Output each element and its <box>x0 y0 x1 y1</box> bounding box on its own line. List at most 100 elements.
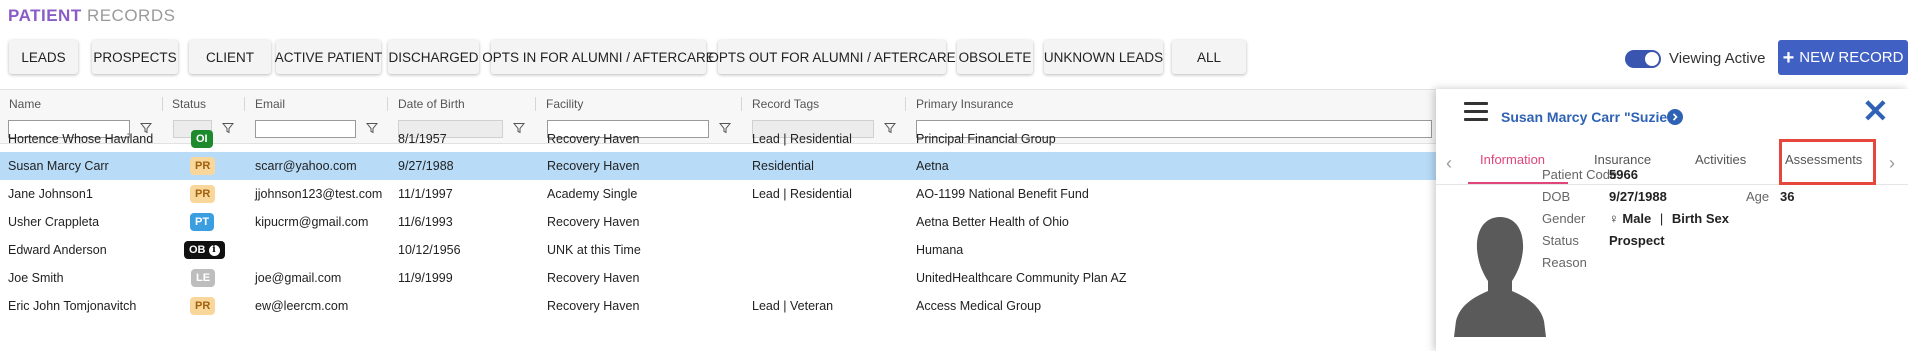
status-badge: OB i <box>184 241 225 259</box>
filter-obsolete-button[interactable]: OBSOLETE <box>957 40 1033 74</box>
cell-name: Hortence Whose Haviland <box>8 132 154 146</box>
table-row-selected[interactable]: Susan Marcy Carr PR scarr@yahoo.com 9/27… <box>0 152 1436 180</box>
cell-dob: 11/6/1993 <box>398 215 453 229</box>
cell-email: jjohnson123@test.com <box>255 187 383 201</box>
column-header-facility[interactable]: Facility <box>546 97 583 111</box>
tab-activities[interactable]: Activities <box>1695 152 1746 167</box>
cell-name: Susan Marcy Carr <box>8 159 109 173</box>
table-header: Name Status Email Date of Birth Facility… <box>0 90 1436 116</box>
viewing-active-label: Viewing Active <box>1669 50 1766 67</box>
cell-email: scarr@yahoo.com <box>255 159 357 173</box>
filter-opts-out-alumni-button[interactable]: OPTS OUT FOR ALUMNI / AFTERCARE <box>708 40 956 74</box>
column-header-name[interactable]: Name <box>9 97 41 111</box>
table-row[interactable]: Jane Johnson1 PR jjohnson123@test.com 11… <box>0 180 1436 208</box>
column-header-status[interactable]: Status <box>172 97 206 111</box>
cell-primary-insurance: Aetna Better Health of Ohio <box>916 215 1069 229</box>
cell-primary-insurance: UnitedHealthcare Community Plan AZ <box>916 271 1127 285</box>
tab-information[interactable]: Information <box>1480 152 1545 167</box>
cell-name: Eric John Tomjonavitch <box>8 299 137 313</box>
cell-facility: Academy Single <box>547 187 638 201</box>
status-badge: OI <box>191 130 213 148</box>
table-row[interactable]: Joe Smith LE joe@gmail.com 11/9/1999 Rec… <box>0 264 1436 292</box>
gender-icon: ♀ <box>1609 211 1619 226</box>
cell-email: ew@leercm.com <box>255 299 349 313</box>
column-resizer[interactable] <box>162 97 163 111</box>
gender-text: Male <box>1622 211 1652 226</box>
filter-prospects-button[interactable]: PROSPECTS <box>92 40 178 74</box>
status-badge: PR <box>190 297 216 315</box>
status-label: Status <box>1542 233 1579 248</box>
page-title: PATIENT RECORDS <box>8 6 175 26</box>
chevron-right-circle-icon[interactable] <box>1667 109 1683 125</box>
cell-facility: Recovery Haven <box>547 132 640 146</box>
column-header-record-tags[interactable]: Record Tags <box>752 97 819 111</box>
filter-leads-button[interactable]: LEADS <box>9 40 78 74</box>
filter-all-button[interactable]: ALL <box>1172 40 1246 74</box>
cell-record-tags: Residential <box>752 159 814 173</box>
close-icon[interactable]: ✕ <box>1862 95 1889 127</box>
reason-label: Reason <box>1542 255 1587 270</box>
toggle-knob <box>1645 52 1659 66</box>
cell-facility: Recovery Haven <box>547 271 640 285</box>
cell-facility: Recovery Haven <box>547 215 640 229</box>
new-record-button[interactable]: + NEW RECORD <box>1778 40 1908 75</box>
filter-unknown-leads-button[interactable]: UNKNOWN LEADS <box>1044 40 1163 74</box>
patients-table: Name Status Email Date of Birth Facility… <box>0 89 1436 351</box>
column-header-dob[interactable]: Date of Birth <box>398 97 465 111</box>
patient-name-link[interactable]: Susan Marcy Carr "Suzie" <box>1501 109 1674 125</box>
filter-discharged-button[interactable]: DISCHARGED <box>388 40 479 74</box>
cell-dob: 10/12/1956 <box>398 243 461 257</box>
patient-code-label: Patient Code <box>1542 167 1618 182</box>
highlight-box <box>1779 139 1876 185</box>
cell-primary-insurance: Principal Financial Group <box>916 132 1056 146</box>
birth-sex-label: Birth Sex <box>1671 211 1729 226</box>
status-badge: LE <box>191 269 216 287</box>
column-header-email[interactable]: Email <box>255 97 285 111</box>
cell-name: Jane Johnson1 <box>8 187 93 201</box>
cell-primary-insurance: AO-1199 National Benefit Fund <box>916 187 1089 201</box>
cell-facility: UNK at this Time <box>547 243 641 257</box>
age-value: 36 <box>1780 189 1795 204</box>
cell-record-tags: Lead | Residential <box>752 187 852 201</box>
dob-value: 9/27/1988 <box>1609 189 1667 204</box>
status-value: Prospect <box>1609 233 1665 248</box>
age-label: Age <box>1746 189 1770 204</box>
menu-icon[interactable] <box>1464 102 1488 122</box>
status-badge: PR <box>190 185 216 203</box>
cell-email: kipucrm@gmail.com <box>255 215 369 229</box>
filter-active-patient-button[interactable]: ACTIVE PATIENT <box>275 40 382 74</box>
cell-dob: 11/9/1999 <box>398 271 453 285</box>
cell-facility: Recovery Haven <box>547 299 640 313</box>
column-resizer[interactable] <box>905 97 906 111</box>
filter-opts-in-alumni-button[interactable]: OPTS IN FOR ALUMNI / AFTERCARE <box>482 40 715 74</box>
chevron-right-icon[interactable]: › <box>1889 153 1895 174</box>
status-badge: PR <box>190 157 216 175</box>
page-title-part2: RECORDS <box>86 6 176 25</box>
column-resizer[interactable] <box>387 97 388 111</box>
chevron-left-icon[interactable]: ‹ <box>1446 153 1452 174</box>
column-resizer[interactable] <box>244 97 245 111</box>
table-row[interactable]: Usher Crappleta PT kipucrm@gmail.com 11/… <box>0 208 1436 236</box>
patient-code-value: 5966 <box>1609 167 1638 182</box>
cell-dob: 9/27/1988 <box>398 159 454 173</box>
cell-email: joe@gmail.com <box>255 271 342 285</box>
column-resizer[interactable] <box>535 97 536 111</box>
plus-icon: + <box>1782 46 1795 69</box>
table-row[interactable]: Hortence Whose Haviland OI 8/1/1957 Reco… <box>0 125 1436 153</box>
cell-name: Usher Crappleta <box>8 215 100 229</box>
info-icon[interactable]: i <box>208 244 220 256</box>
column-resizer[interactable] <box>741 97 742 111</box>
filter-client-button[interactable]: CLIENT <box>189 40 271 74</box>
cell-dob: 8/1/1957 <box>398 132 447 146</box>
tab-insurance[interactable]: Insurance <box>1594 152 1651 167</box>
gender-label: Gender <box>1542 211 1586 226</box>
viewing-active-toggle[interactable] <box>1625 50 1661 68</box>
new-record-label: NEW RECORD <box>1799 49 1904 66</box>
column-header-primary-insurance[interactable]: Primary Insurance <box>916 97 1013 111</box>
cell-name: Joe Smith <box>8 271 64 285</box>
cell-name: Edward Anderson <box>8 243 107 257</box>
table-row[interactable]: Eric John Tomjonavitch PR ew@leercm.com … <box>0 292 1436 320</box>
cell-primary-insurance: Humana <box>916 243 964 257</box>
table-row[interactable]: Edward Anderson OB i 10/12/1956 UNK at t… <box>0 236 1436 264</box>
cell-dob: 11/1/1997 <box>398 187 453 201</box>
